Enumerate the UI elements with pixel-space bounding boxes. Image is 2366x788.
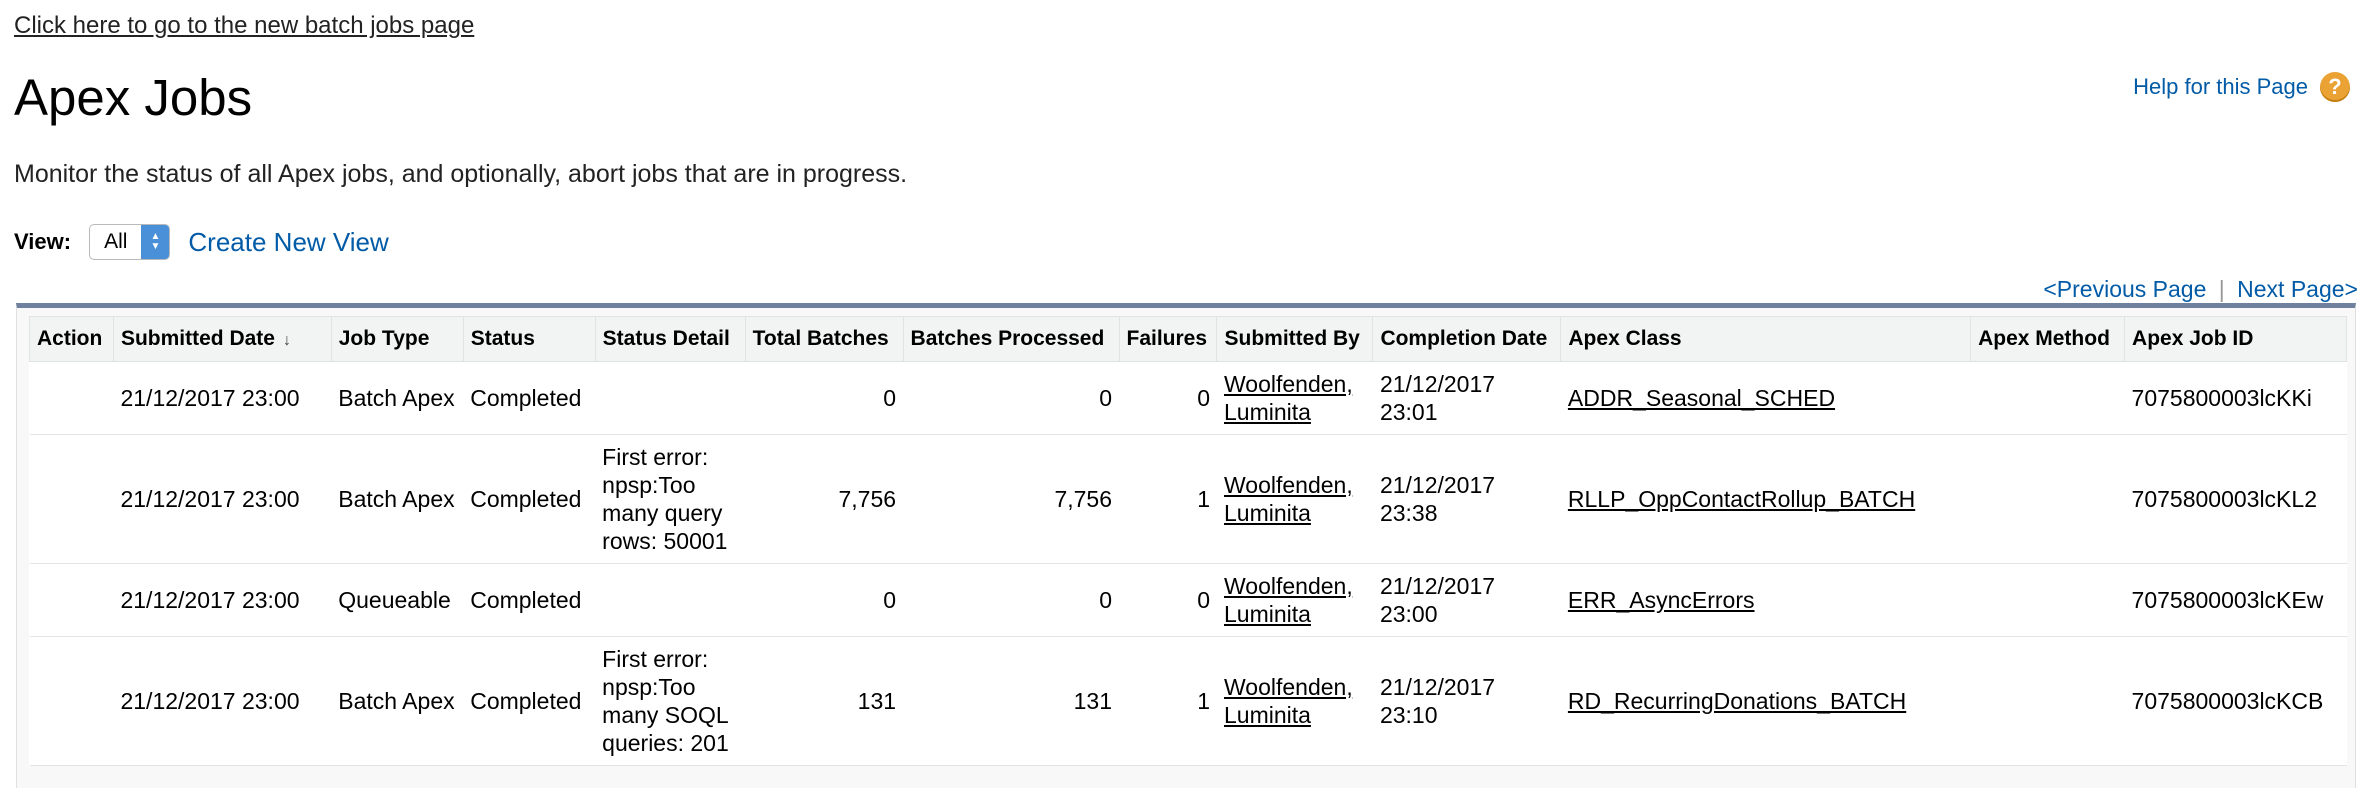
cell-completion-date: 21/12/2017 23:10 — [1372, 636, 1561, 766]
cell-apex-job-id: 7075800003lcKKi — [2124, 361, 2347, 435]
cell-apex-class: RD_RecurringDonations_BATCH — [1560, 636, 1971, 766]
submitted-by-link[interactable]: Woolfenden, Luminita — [1224, 674, 1353, 728]
cell-batches-processed: 0 — [903, 563, 1119, 637]
pager: <Previous Page | Next Page> — [2043, 276, 2358, 303]
submitted-by-link[interactable]: Woolfenden, Luminita — [1224, 371, 1353, 425]
col-job-type[interactable]: Job Type — [330, 316, 464, 362]
cell-batches-processed: 131 — [903, 636, 1119, 766]
cell-batches-processed: 0 — [903, 361, 1119, 435]
cell-job-type: Batch Apex — [331, 361, 464, 435]
cell-apex-method — [1970, 563, 2125, 637]
table-row: 21/12/2017 23:00 Batch Apex Completed Fi… — [29, 636, 2347, 766]
table-row: 21/12/2017 23:00 Batch Apex Completed 0 … — [29, 361, 2347, 435]
col-total-batches[interactable]: Total Batches — [744, 316, 904, 362]
cell-submitted-by: Woolfenden, Luminita — [1216, 361, 1373, 435]
cell-apex-job-id: 7075800003lcKL2 — [2124, 434, 2347, 564]
previous-page-link[interactable]: <Previous Page — [2043, 276, 2206, 302]
cell-action — [29, 563, 114, 637]
cell-completion-date: 21/12/2017 23:38 — [1372, 434, 1561, 564]
question-icon[interactable]: ? — [2320, 72, 2350, 102]
cell-submitted-date: 21/12/2017 23:00 — [113, 636, 332, 766]
cell-failures: 0 — [1119, 361, 1217, 435]
submitted-by-link[interactable]: Woolfenden, Luminita — [1224, 472, 1353, 526]
col-action: Action — [29, 316, 114, 362]
cell-job-type: Queueable — [331, 563, 464, 637]
sort-descending-icon[interactable]: ↓ — [283, 332, 291, 349]
cell-total-batches: 7,756 — [745, 434, 904, 564]
cell-status: Completed — [463, 361, 596, 435]
apex-jobs-table: Action Submitted Date ↓ Job Type Status S… — [29, 316, 2347, 766]
cell-failures: 1 — [1119, 636, 1217, 766]
cell-status: Completed — [463, 636, 596, 766]
cell-failures: 1 — [1119, 434, 1217, 564]
new-batch-jobs-link[interactable]: Click here to go to the new batch jobs p… — [14, 12, 474, 40]
col-apex-class[interactable]: Apex Class — [1560, 316, 1972, 362]
pager-separator: | — [2218, 276, 2225, 302]
cell-status-detail: First error: npsp:Too many SOQL queries:… — [595, 636, 746, 766]
cell-submitted-by: Woolfenden, Luminita — [1216, 636, 1373, 766]
cell-status-detail — [595, 361, 746, 435]
view-select-value[interactable]: All — [90, 230, 141, 254]
cell-status: Completed — [463, 563, 596, 637]
table-header-row: Action Submitted Date ↓ Job Type Status S… — [29, 316, 2347, 362]
cell-apex-method — [1970, 434, 2125, 564]
apex-class-link[interactable]: RLLP_OppContactRollup_BATCH — [1568, 486, 1915, 512]
cell-action — [29, 361, 114, 435]
cell-total-batches: 0 — [745, 563, 904, 637]
create-new-view-link[interactable]: Create New View — [188, 227, 388, 258]
cell-apex-class: ADDR_Seasonal_SCHED — [1560, 361, 1971, 435]
cell-status: Completed — [463, 434, 596, 564]
next-page-link[interactable]: Next Page> — [2237, 276, 2358, 302]
col-submitted-date-label[interactable]: Submitted Date — [121, 327, 275, 350]
cell-batches-processed: 7,756 — [903, 434, 1119, 564]
cell-apex-job-id: 7075800003lcKEw — [2124, 563, 2347, 637]
jobs-table-container: Action Submitted Date ↓ Job Type Status S… — [16, 303, 2356, 788]
page-title: Apex Jobs — [14, 69, 253, 126]
help-link-label[interactable]: Help for this Page — [2133, 74, 2308, 100]
page-description: Monitor the status of all Apex jobs, and… — [14, 160, 908, 188]
col-submitted-by[interactable]: Submitted By — [1216, 316, 1374, 362]
cell-total-batches: 131 — [745, 636, 904, 766]
col-completion-date[interactable]: Completion Date — [1372, 316, 1562, 362]
table-row: 21/12/2017 23:00 Queueable Completed 0 0… — [29, 563, 2347, 637]
cell-apex-job-id: 7075800003lcKCB — [2124, 636, 2347, 766]
cell-submitted-date: 21/12/2017 23:00 — [113, 361, 332, 435]
apex-class-link[interactable]: ERR_AsyncErrors — [1568, 587, 1755, 613]
apex-class-link[interactable]: RD_RecurringDonations_BATCH — [1568, 688, 1906, 714]
cell-submitted-by: Woolfenden, Luminita — [1216, 434, 1373, 564]
col-batches-processed[interactable]: Batches Processed — [902, 316, 1120, 362]
cell-submitted-by: Woolfenden, Luminita — [1216, 563, 1373, 637]
cell-action — [29, 636, 114, 766]
cell-job-type: Batch Apex — [331, 636, 464, 766]
cell-apex-method — [1970, 636, 2125, 766]
cell-submitted-date: 21/12/2017 23:00 — [113, 434, 332, 564]
cell-apex-method — [1970, 361, 2125, 435]
cell-completion-date: 21/12/2017 23:00 — [1372, 563, 1561, 637]
cell-total-batches: 0 — [745, 361, 904, 435]
cell-status-detail: First error: npsp:Too many query rows: 5… — [595, 434, 746, 564]
col-apex-method[interactable]: Apex Method — [1970, 316, 2126, 362]
help-link[interactable]: Help for this Page ? — [2133, 72, 2350, 102]
submitted-by-link[interactable]: Woolfenden, Luminita — [1224, 573, 1353, 627]
view-select[interactable]: All ▲ ▼ — [89, 224, 171, 260]
col-apex-job-id[interactable]: Apex Job ID — [2124, 316, 2347, 362]
cell-failures: 0 — [1119, 563, 1217, 637]
col-status[interactable]: Status — [462, 316, 596, 362]
col-failures[interactable]: Failures — [1118, 316, 1218, 362]
col-submitted-date[interactable]: Submitted Date ↓ — [112, 316, 332, 362]
cell-job-type: Batch Apex — [331, 434, 464, 564]
cell-apex-class: ERR_AsyncErrors — [1560, 563, 1971, 637]
view-selector-row: View: All ▲ ▼ Create New View — [14, 224, 389, 260]
view-label: View: — [14, 229, 72, 254]
cell-submitted-date: 21/12/2017 23:00 — [113, 563, 332, 637]
cell-completion-date: 21/12/2017 23:01 — [1372, 361, 1561, 435]
apex-class-link[interactable]: ADDR_Seasonal_SCHED — [1568, 385, 1835, 411]
col-status-detail[interactable]: Status Detail — [594, 316, 746, 362]
cell-action — [29, 434, 114, 564]
select-arrows-icon[interactable]: ▲ ▼ — [141, 225, 170, 259]
table-row: 21/12/2017 23:00 Batch Apex Completed Fi… — [29, 434, 2347, 564]
cell-apex-class: RLLP_OppContactRollup_BATCH — [1560, 434, 1971, 564]
cell-status-detail — [595, 563, 746, 637]
